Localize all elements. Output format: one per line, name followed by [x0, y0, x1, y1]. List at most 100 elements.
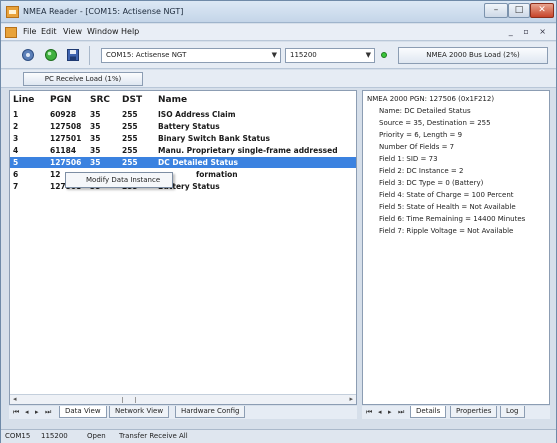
app-window: NMEA Reader - [COM15: Actisense NGT] – □… [0, 0, 557, 443]
tab-log[interactable]: Log [500, 406, 525, 418]
tab-prev-icon[interactable]: ◂ [25, 408, 29, 416]
tab-next-icon[interactable]: ▸ [388, 408, 392, 416]
menu-window[interactable]: Window [87, 27, 119, 36]
title-bar[interactable]: NMEA Reader - [COM15: Actisense NGT] – □… [1, 1, 556, 23]
bus-load-button[interactable]: NMEA 2000 Bus Load (2%) [398, 47, 548, 64]
header-dst[interactable]: DST [122, 95, 142, 105]
cell-name: ISO Address Claim [158, 110, 236, 119]
menu-view[interactable]: View [63, 27, 82, 36]
save-icon[interactable] [66, 48, 80, 62]
table-row[interactable]: 1 60928 35 255 ISO Address Claim [10, 109, 356, 120]
list-header: Line PGN SRC DST Name [10, 91, 356, 107]
detail-line: Source = 35, Destination = 255 [379, 119, 491, 127]
tab-hardware-config[interactable]: Hardware Config [175, 406, 246, 418]
document-icon[interactable] [5, 27, 17, 38]
detail-line: Priority = 6, Length = 9 [379, 131, 463, 139]
context-menu-modify-data-instance[interactable]: Modify Data Instance [65, 172, 173, 188]
table-row[interactable]: 7 127508 35 255 Battery Status [10, 181, 356, 192]
status-baud: 115200 [41, 432, 68, 440]
detail-line: Field 3: DC Type = 0 (Battery) [379, 179, 484, 187]
toolbar-separator [89, 46, 90, 65]
detail-line: Number Of Fields = 7 [379, 143, 455, 151]
baud-select-value: 115200 [290, 51, 317, 59]
detail-line: Field 6: Time Remaining = 14400 Minutes [379, 215, 526, 223]
cell-line: 2 [13, 122, 19, 131]
window-title: NMEA Reader - [COM15: Actisense NGT] [23, 7, 184, 16]
chevron-down-icon[interactable]: ▼ [272, 49, 277, 62]
menu-file[interactable]: File [23, 27, 36, 36]
cell-line: 4 [13, 146, 19, 155]
connect-icon[interactable] [44, 48, 58, 62]
status-state: Open [87, 432, 106, 440]
left-tab-strip: ⏮ ◂ ▸ ⏭ Data View Network View Hardware … [9, 406, 357, 419]
cell-line: 1 [13, 110, 19, 119]
detail-line: Field 1: SID = 73 [379, 155, 438, 163]
cell-pgn: 127508 [50, 122, 82, 131]
detail-line: Field 7: Ripple Voltage = Not Available [379, 227, 514, 235]
chevron-down-icon[interactable]: ▼ [366, 49, 371, 62]
pc-receive-load-button[interactable]: PC Receive Load (1%) [23, 72, 143, 86]
cell-pgn: 127501 [50, 134, 82, 143]
menu-help[interactable]: Help [121, 27, 139, 36]
tab-next-icon[interactable]: ▸ [35, 408, 39, 416]
baud-select[interactable]: 115200 ▼ [285, 48, 375, 63]
detail-line: Field 5: State of Health = Not Available [379, 203, 516, 211]
header-line[interactable]: Line [13, 95, 34, 105]
tab-properties[interactable]: Properties [450, 406, 498, 418]
tab-prev-icon[interactable]: ◂ [378, 408, 382, 416]
pgn-list-pane[interactable]: Line PGN SRC DST Name 1 60928 35 255 ISO… [9, 90, 357, 405]
tab-details[interactable]: Details [410, 406, 447, 418]
table-row-selected[interactable]: 5 127506 35 255 DC Detailed Status [10, 157, 356, 168]
tab-last-icon[interactable]: ⏭ [45, 408, 51, 417]
cell-dst: 255 [122, 122, 138, 131]
cell-src: 35 [90, 134, 101, 143]
table-row[interactable]: 3 127501 35 255 Binary Switch Bank Statu… [10, 133, 356, 144]
sub-toolbar: PC Receive Load (1%) [1, 70, 556, 88]
cell-pgn: 61184 [50, 146, 77, 155]
table-row[interactable]: 4 61184 35 255 Manu. Proprietary single-… [10, 145, 356, 156]
scroll-right-icon[interactable]: ▸ [349, 395, 353, 403]
cell-name: Battery Status [158, 122, 220, 131]
close-button[interactable]: ✕ [530, 3, 554, 18]
tab-first-icon[interactable]: ⏮ [366, 408, 372, 417]
details-pane[interactable]: NMEA 2000 PGN: 127506 (0x1F212) Name: DC… [362, 90, 550, 405]
table-row[interactable]: 2 127508 35 255 Battery Status [10, 121, 356, 132]
cell-line: 3 [13, 134, 19, 143]
horizontal-scrollbar[interactable]: ◂ ▸ [10, 394, 356, 404]
cell-name: Binary Switch Bank Status [158, 134, 270, 143]
cell-dst: 255 [122, 134, 138, 143]
cell-dst: 255 [122, 158, 138, 167]
settings-icon[interactable] [21, 48, 35, 62]
cell-src: 35 [90, 146, 101, 155]
cell-name: DC Detailed Status [158, 158, 238, 167]
cell-name: formation [196, 170, 238, 179]
tab-first-icon[interactable]: ⏮ [13, 408, 19, 417]
cell-src: 35 [90, 122, 101, 131]
menu-bar: File Edit View Window Help _ ▫ × [1, 24, 556, 41]
cell-pgn: 60928 [50, 110, 77, 119]
maximize-button[interactable]: □ [508, 3, 530, 18]
menu-edit[interactable]: Edit [41, 27, 57, 36]
header-name[interactable]: Name [158, 95, 187, 105]
tab-last-icon[interactable]: ⏭ [398, 408, 404, 417]
scrollbar-thumb[interactable] [122, 397, 136, 403]
scroll-left-icon[interactable]: ◂ [13, 395, 17, 403]
table-row[interactable]: 6 12 formation [10, 169, 356, 180]
detail-line: Field 4: State of Charge = 100 Percent [379, 191, 514, 199]
mdi-window-controls[interactable]: _ ▫ × [509, 27, 550, 36]
toolbar: COM15: Actisense NGT ▼ 115200 ▼ NMEA 200… [1, 42, 556, 69]
header-src[interactable]: SRC [90, 95, 110, 105]
cell-dst: 255 [122, 110, 138, 119]
cell-name: Manu. Proprietary single-frame addressed [158, 146, 338, 155]
port-select[interactable]: COM15: Actisense NGT ▼ [101, 48, 281, 63]
tab-network-view[interactable]: Network View [109, 406, 170, 418]
minimize-button[interactable]: – [484, 3, 508, 18]
cell-line: 7 [13, 182, 19, 191]
header-pgn[interactable]: PGN [50, 95, 72, 105]
cell-pgn: 12 [50, 170, 61, 179]
status-port: COM15 [5, 432, 31, 440]
detail-line: Field 2: DC Instance = 2 [379, 167, 464, 175]
port-select-value: COM15: Actisense NGT [106, 51, 187, 59]
tab-data-view[interactable]: Data View [59, 406, 107, 418]
connection-status-led [381, 52, 387, 58]
